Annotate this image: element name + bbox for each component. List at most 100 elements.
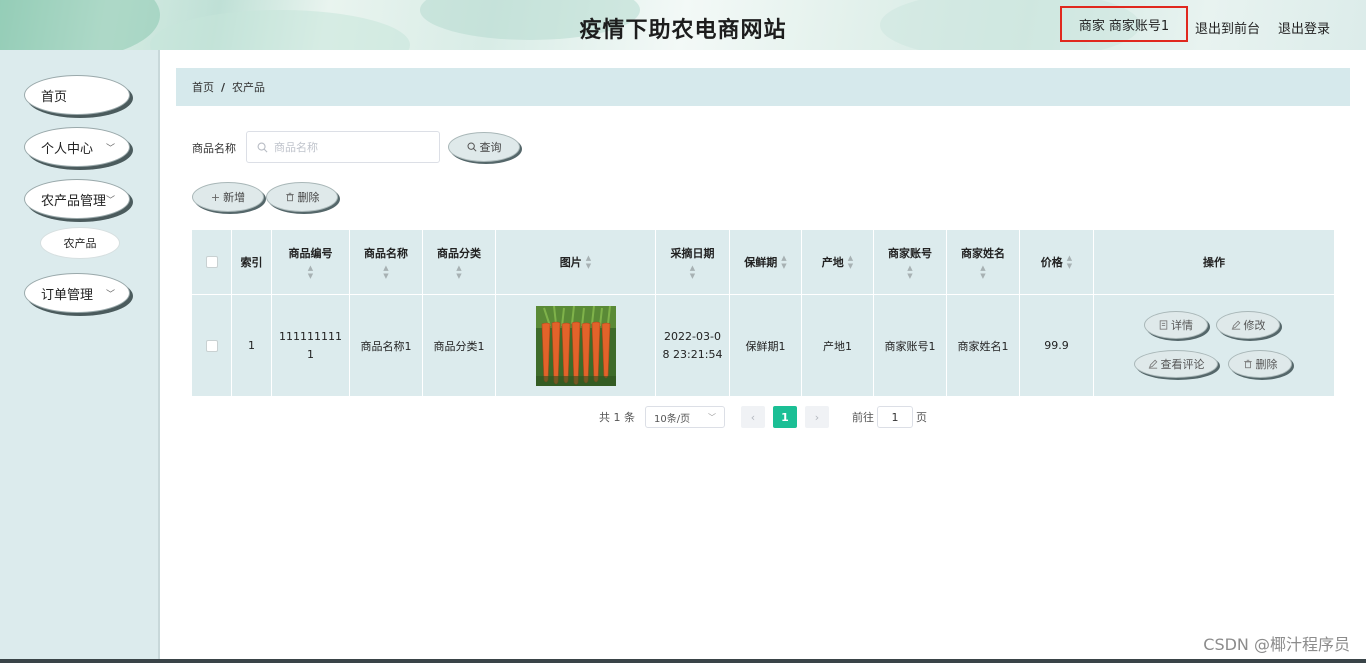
column-header-label: 产地: [821, 256, 844, 269]
sort-icon[interactable]: ▲ ▼: [1067, 254, 1072, 270]
table-cell-category: 商品分类1: [423, 294, 496, 396]
sidebar-item-label: 个人中心: [41, 141, 94, 157]
page-size-select[interactable]: 10条/页 ﹀: [645, 406, 725, 428]
sidebar-subitem-products[interactable]: 农产品: [40, 227, 120, 259]
chevron-left-icon: ‹: [750, 410, 756, 424]
code-line: 111111111: [279, 329, 342, 343]
add-button-label: 新增: [223, 191, 246, 204]
column-header-label: 商家账号: [888, 246, 932, 260]
batch-delete-button[interactable]: 删除: [266, 182, 338, 212]
pencil-icon: [1231, 320, 1240, 330]
add-button[interactable]: + 新增: [192, 182, 264, 212]
column-header-name[interactable]: 商品名称 ▲ ▼: [350, 230, 423, 294]
sort-icon[interactable]: ▲ ▼: [781, 254, 786, 270]
document-icon: [1159, 320, 1168, 330]
table-cell-image: [496, 294, 656, 396]
sort-icon[interactable]: ▲ ▼: [980, 264, 985, 280]
search-icon: [467, 142, 477, 152]
breadcrumb: 首页 / 农产品: [176, 68, 1350, 106]
bottom-bar: [0, 659, 1366, 663]
next-page-button[interactable]: ›: [805, 406, 829, 428]
chevron-down-icon: ﹀: [708, 412, 716, 422]
breadcrumb-current: 农产品: [232, 81, 266, 94]
sort-icon[interactable]: ▲ ▼: [848, 254, 853, 270]
search-input[interactable]: [272, 139, 426, 155]
sort-icon[interactable]: ▲ ▼: [586, 254, 591, 270]
column-header-label: 商品编号: [288, 246, 333, 260]
pencil-icon: [1148, 359, 1157, 369]
select-all-cell: [192, 230, 232, 294]
plus-icon: +: [210, 190, 221, 204]
sort-icon[interactable]: ▲ ▼: [907, 264, 912, 280]
row-checkbox[interactable]: [205, 339, 218, 352]
table-cell-price: 99.9: [1020, 294, 1094, 396]
sort-icon[interactable]: ▲ ▼: [456, 264, 461, 280]
sort-icon[interactable]: ▲ ▼: [383, 264, 388, 280]
sidebar-item-home[interactable]: 首页: [24, 75, 130, 115]
column-header-pick-date[interactable]: 采摘日期 ▲ ▼: [656, 230, 730, 294]
chevron-down-icon: ﹀: [105, 290, 115, 300]
table-cell-pick-date: 2022-03-0 8 23:21:54: [656, 294, 730, 396]
breadcrumb-home[interactable]: 首页: [192, 79, 214, 95]
view-comments-button[interactable]: 查看评论: [1134, 350, 1218, 378]
user-account: 商家账号1: [1108, 18, 1170, 34]
table-cell-index: 1: [232, 294, 272, 396]
search-button-label: 查询: [479, 141, 502, 154]
search-input-wrapper: [246, 131, 440, 163]
top-header: 疫情下助农电商网站 商家 商家账号1 退出到前台 退出登录: [0, 0, 1366, 50]
table-cell-merchant-account: 商家账号1: [874, 294, 947, 396]
column-header-label: 图片: [559, 256, 582, 269]
prev-page-button[interactable]: ‹: [741, 406, 765, 428]
column-header-price[interactable]: 价格 ▲ ▼: [1020, 230, 1094, 294]
column-header-label: 采摘日期: [670, 246, 715, 260]
column-header-origin[interactable]: 产地 ▲ ▼: [802, 230, 874, 294]
trash-icon: [285, 192, 294, 202]
column-header-image[interactable]: 图片 ▲ ▼: [496, 230, 656, 294]
date-line: 8 23:21:54: [662, 347, 723, 361]
breadcrumb-separator: /: [221, 80, 226, 94]
edit-button[interactable]: 修改: [1216, 311, 1280, 339]
user-role: 商家: [1078, 18, 1105, 34]
table-cell-shelf-life: 保鲜期1: [730, 294, 802, 396]
pagination: 共 1 条 10条/页 ﹀ ‹ 1 › 前往 1 页: [0, 406, 1366, 430]
search-icon: [257, 142, 268, 152]
column-header-label: 操作: [1203, 256, 1225, 269]
column-header-merchant-name[interactable]: 商家姓名 ▲ ▼: [947, 230, 1020, 294]
sidebar-item-order-management[interactable]: 订单管理 ﹀: [24, 273, 130, 313]
sort-icon[interactable]: ▲ ▼: [308, 264, 313, 280]
row-delete-label: 删除: [1255, 358, 1278, 371]
row-select-cell: [192, 294, 232, 396]
edit-button-label: 修改: [1243, 319, 1266, 332]
date-line: 2022-03-0: [664, 329, 721, 343]
column-header-category[interactable]: 商品分类 ▲ ▼: [423, 230, 496, 294]
table-cell-code: 111111111 1: [272, 294, 350, 396]
column-header-label: 商品名称: [364, 246, 408, 260]
product-image[interactable]: [535, 305, 616, 386]
sort-icon[interactable]: ▲ ▼: [690, 264, 695, 280]
pagination-total: 共 1 条: [599, 411, 635, 424]
sidebar-item-label: 订单管理: [41, 287, 94, 303]
logout-link[interactable]: 退出登录: [1278, 18, 1330, 37]
chevron-down-icon: ﹀: [105, 144, 115, 154]
search-label: 商品名称: [192, 142, 236, 155]
goto-prefix: 前往: [852, 411, 874, 424]
detail-button[interactable]: 详情: [1144, 311, 1208, 339]
column-header-shelf-life[interactable]: 保鲜期 ▲ ▼: [730, 230, 802, 294]
search-button[interactable]: 查询: [448, 132, 520, 162]
back-to-front-link[interactable]: 退出到前台: [1195, 18, 1260, 37]
table-cell-name: 商品名称1: [350, 294, 423, 396]
goto-page-input[interactable]: 1: [877, 406, 913, 428]
column-header-actions: 操作: [1094, 230, 1334, 294]
column-header-merchant-account[interactable]: 商家账号 ▲ ▼: [874, 230, 947, 294]
sidebar-item-product-management[interactable]: 农产品管理 ﹀: [24, 179, 130, 219]
goto-suffix: 页: [916, 411, 927, 424]
sidebar-item-personal-center[interactable]: 个人中心 ﹀: [24, 127, 130, 167]
sidebar: 首页 个人中心 ﹀ 农产品管理 ﹀ 农产品 订单管理 ﹀: [0, 50, 160, 663]
select-all-checkbox[interactable]: [205, 256, 218, 268]
current-user-box: 商家 商家账号1: [1060, 6, 1188, 42]
detail-button-label: 详情: [1171, 319, 1193, 332]
table-cell-origin: 产地1: [802, 294, 874, 396]
row-delete-button[interactable]: 删除: [1228, 350, 1292, 378]
column-header-code[interactable]: 商品编号 ▲ ▼: [272, 230, 350, 294]
page-number-current[interactable]: 1: [773, 406, 797, 428]
